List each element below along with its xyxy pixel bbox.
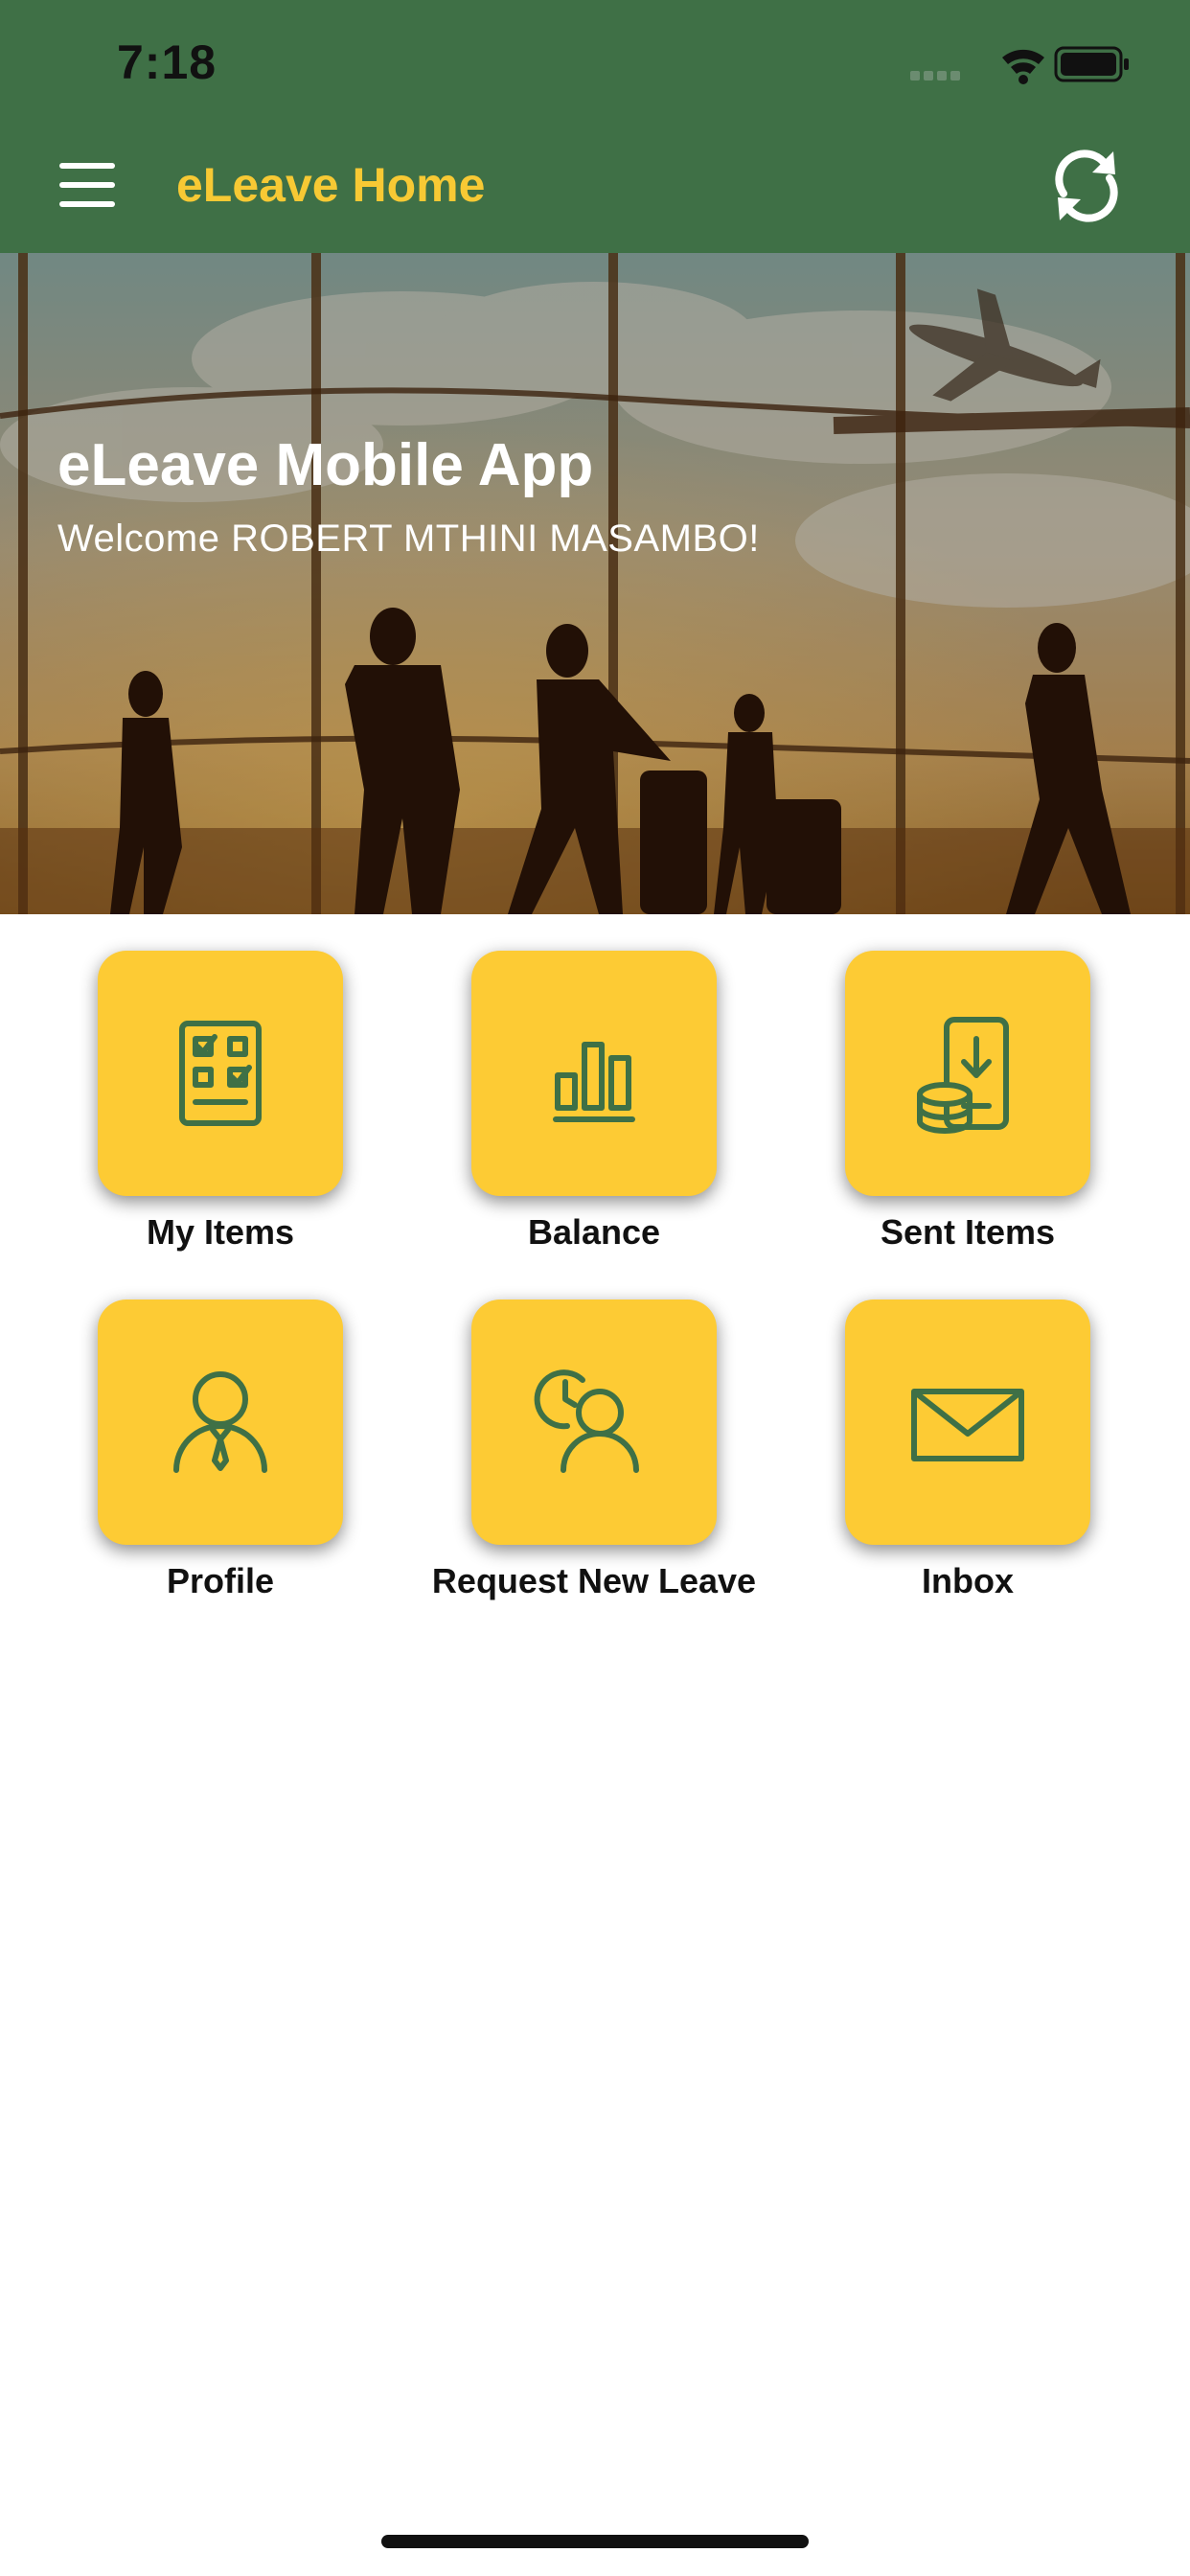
request-new-leave-button[interactable] (471, 1300, 717, 1545)
home-screen: 7:18 eLeave Home eLeave Mobile App Welco… (0, 0, 1190, 2576)
welcome-message: Welcome ROBERT MTHINI MASAMBO! (57, 518, 760, 560)
hero-banner (0, 253, 1190, 914)
airport-banner-image (0, 253, 1190, 914)
balance-label: Balance (527, 1212, 661, 1252)
inbox-button[interactable] (845, 1300, 1090, 1545)
bar-chart-icon (553, 1042, 635, 1122)
checklist-icon (179, 1021, 262, 1126)
sent-items-button[interactable] (845, 951, 1090, 1196)
status-time: 7:18 (117, 35, 217, 89)
phone-download-coins-icon (917, 1017, 1009, 1134)
page-title: eLeave Home (176, 158, 486, 212)
battery-icon (1054, 46, 1129, 82)
app-header: 7:18 eLeave Home (0, 0, 1190, 253)
wifi-icon (1002, 49, 1044, 84)
status-icons (910, 46, 1129, 84)
user-clock-icon (534, 1369, 639, 1473)
profile-button[interactable] (98, 1300, 343, 1545)
hamburger-menu-icon[interactable] (59, 163, 123, 209)
inbox-label: Inbox (922, 1561, 1014, 1600)
home-indicator[interactable] (381, 2535, 809, 2548)
my-items-button[interactable] (98, 951, 343, 1196)
signal-icon (910, 71, 960, 80)
hero-title: eLeave Mobile App (57, 432, 594, 498)
request-new-leave-label: Request New Leave (431, 1561, 757, 1600)
sent-items-label: Sent Items (880, 1212, 1056, 1252)
profile-label: Profile (166, 1561, 275, 1600)
refresh-icon[interactable] (1046, 146, 1127, 226)
envelope-icon (911, 1389, 1024, 1461)
user-tie-icon (173, 1371, 267, 1473)
balance-button[interactable] (471, 951, 717, 1196)
my-items-label: My Items (146, 1212, 295, 1252)
